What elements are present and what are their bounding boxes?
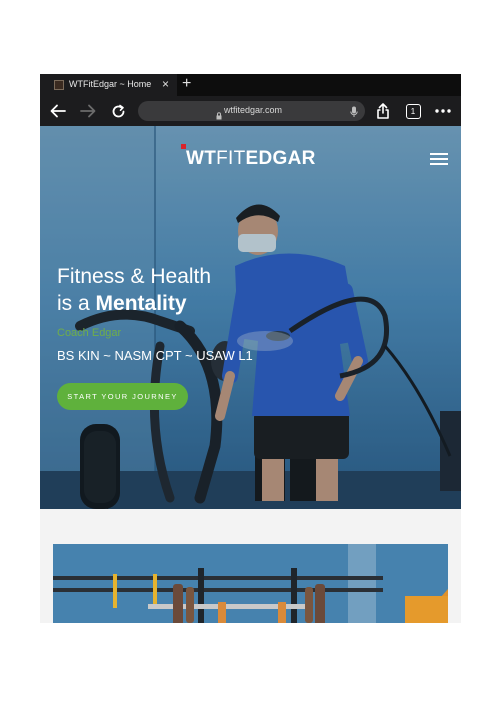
hero-headline-line1: Fitness & Health — [57, 265, 212, 288]
logo-fit: FIT — [216, 148, 246, 169]
tab-switcher-button[interactable]: 1 — [403, 101, 423, 121]
gym-equipment-image — [53, 544, 448, 623]
reload-icon[interactable] — [108, 101, 128, 121]
share-icon[interactable] — [373, 101, 393, 121]
forward-arrow-icon[interactable] — [78, 101, 98, 121]
tab-count: 1 — [405, 103, 421, 119]
logo-wt: WT — [186, 148, 217, 169]
hero-background-image — [40, 126, 461, 509]
microphone-icon[interactable] — [350, 105, 358, 123]
start-journey-button[interactable]: START YOUR JOURNEY — [57, 383, 188, 410]
site-favicon-icon — [54, 80, 64, 90]
hero-credentials: BS KIN ~ NASM CPT ~ USAW L1 — [57, 348, 253, 363]
gym-photo — [53, 544, 448, 623]
tab-strip: WTFitEdgar ~ Home × + — [40, 74, 461, 96]
hero-byline: Coach Edgar — [57, 327, 122, 339]
tab-title: WTFitEdgar ~ Home — [69, 79, 152, 89]
hero-section: WTFITEDGAR Fitness & Health is a Mentali… — [40, 126, 461, 509]
headline-prefix: is a — [57, 292, 96, 315]
browser-toolbar: wtfitedgar.com 1 — [40, 96, 461, 126]
browser-window: WTFitEdgar ~ Home × + wtfitedgar.com 1 W… — [40, 74, 461, 623]
hamburger-menu-icon[interactable] — [430, 153, 448, 165]
new-tab-icon[interactable]: + — [182, 75, 191, 93]
lock-icon — [216, 107, 222, 125]
site-logo[interactable]: WTFITEDGAR — [186, 148, 316, 170]
back-arrow-icon[interactable] — [48, 101, 68, 121]
url-text: wtfitedgar.com — [224, 105, 283, 115]
browser-tab-active[interactable]: WTFitEdgar ~ Home × — [40, 74, 177, 96]
address-bar[interactable]: wtfitedgar.com — [138, 101, 365, 121]
more-options-icon[interactable] — [433, 101, 453, 121]
logo-edgar: EDGAR — [245, 148, 316, 169]
headline-bold: Mentality — [95, 292, 187, 315]
close-tab-icon[interactable]: × — [162, 77, 169, 91]
hero-headline-line2: is a Mentality — [57, 292, 187, 316]
